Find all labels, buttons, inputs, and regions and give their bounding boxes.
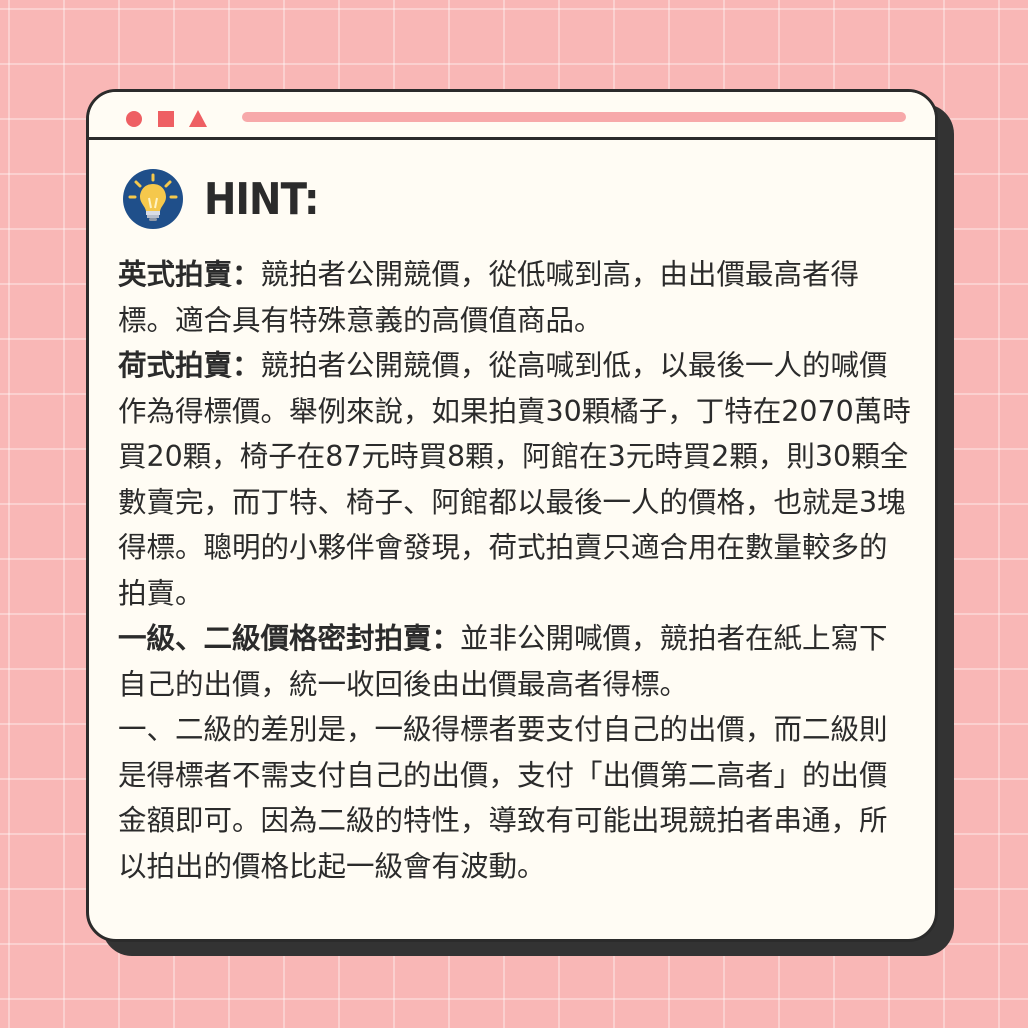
paragraph-sealed-bid-auction: 一級、二級價格密封拍賣：並非公開喊價，競拍者在紙上寫下自己的出價，統一收回後由出… (118, 616, 913, 707)
paragraph-body: 競拍者公開競價，從高喊到低，以最後一人的喊價作為得標價。舉例來說，如果拍賣30顆… (118, 349, 911, 610)
square-icon (158, 111, 174, 127)
paragraph-first-second-price-difference: 一、二級的差別是，一級得標者要支付自己的出價，而二級則是得標者不需支付自己的出價… (118, 707, 913, 889)
term-label: 荷式拍賣： (118, 349, 261, 382)
paragraph-dutch-auction: 荷式拍賣：競拍者公開競價，從高喊到低，以最後一人的喊價作為得標價。舉例來說，如果… (118, 343, 913, 616)
term-label: 英式拍賣： (118, 258, 261, 291)
hint-content: 英式拍賣：競拍者公開競價，從低喊到高，由出價最高者得標。適合具有特殊意義的高價值… (118, 252, 913, 889)
paragraph-body: 一、二級的差別是，一級得標者要支付自己的出價，而二級則是得標者不需支付自己的出價… (118, 713, 888, 883)
window-titlebar (89, 92, 935, 140)
circle-icon (126, 111, 142, 127)
term-label: 一級、二級價格密封拍賣： (118, 622, 461, 655)
paragraph-english-auction: 英式拍賣：競拍者公開競價，從低喊到高，由出價最高者得標。適合具有特殊意義的高價值… (118, 252, 913, 343)
hint-window: HINT: 英式拍賣：競拍者公開競價，從低喊到高，由出價最高者得標。適合具有特殊… (86, 89, 938, 942)
hint-header: HINT: (122, 168, 334, 230)
address-bar (242, 112, 906, 122)
triangle-icon (189, 110, 207, 127)
lightbulb-icon (123, 169, 183, 229)
hint-title: HINT: (204, 173, 319, 225)
